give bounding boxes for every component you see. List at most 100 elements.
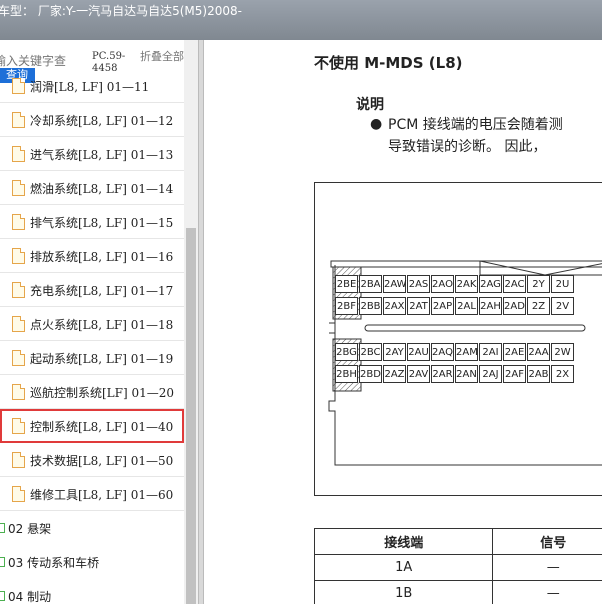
document-icon [12,180,25,196]
tree-item[interactable]: 润滑[L8, LF] 01—11 [0,69,184,103]
tree-item[interactable]: 进气系统[L8, LF] 01—13 [0,137,184,171]
document-icon [12,112,25,128]
tree-item[interactable]: 技术数据[L8, LF] 01—50 [0,443,184,477]
connector-pin: 2V [551,297,574,315]
tree-folder[interactable]: 03 传动系和车桥 [0,545,184,579]
connector-pin: 2AK [455,275,478,293]
tree-item[interactable]: 维修工具[L8, LF] 01—60 [0,477,184,511]
tree-folder[interactable]: 02 悬架 [0,511,184,545]
connector-pin: 2AD [503,297,526,315]
connector-pin: 2Y [527,275,550,293]
connector-pin: 2AF [503,365,526,383]
tree-item[interactable]: 充电系统[L8, LF] 01—17 [0,273,184,307]
connector-diagram: 2BE 2BA 2AW 2AS 2AO 2AK 2AG 2AC 2Y 2U 2BF 2BB 2AX 2AT… [314,182,602,496]
tree-item[interactable]: 巡航控制系统[LF] 01—20 [0,375,184,409]
nav-scrollbar-thumb[interactable] [186,228,196,604]
document-icon [12,384,25,400]
tree-item[interactable]: 燃油系统[L8, LF] 01—14 [0,171,184,205]
navigation-pane: 查询 PC.59-4458 折叠全部 润滑[L8, LF] 01—11冷却系统[… [0,40,198,604]
table-cell: — [492,554,602,581]
connector-pin: 2AJ [479,365,502,383]
tree-item[interactable]: 控制系统[L8, LF] 01—40 [0,409,184,443]
connector-pin: 2BG [335,343,358,361]
tree-item-label: 充电系统[L8, LF] 01—17 [30,284,174,298]
connector-pin: 2AA [527,343,550,361]
tree-folder[interactable]: 04 制动 [0,579,184,604]
pin-signal-table: 接线端 信号 1A — 1B — [313,528,602,604]
connector-pin: 2BC [359,343,382,361]
tree-item[interactable]: 排放系统[L8, LF] 01—16 [0,239,184,273]
connector-pin: 2AG [479,275,502,293]
connector-pin: 2AC [503,275,526,293]
connector-pin: 2AS [407,275,430,293]
tree-folder-label: 02 悬架 [8,522,52,536]
connector-pin: 2AQ [431,343,454,361]
connector-outline [328,260,602,466]
connector-pin: 2AY [383,343,406,361]
folder-icon [0,591,5,601]
connector-pin: 2AX [383,297,406,315]
connector-pin: 2U [551,275,574,293]
col-terminal: 接线端 [313,528,494,555]
tree-folder-label: 03 传动系和车桥 [8,556,100,570]
folder-icon [0,523,5,533]
connector-pin: 2AL [455,297,478,315]
tree-item-label: 排气系统[L8, LF] 01—15 [30,216,174,230]
connector-pin: 2AP [431,297,454,315]
connector-pin: 2AV [407,365,430,383]
table-cell: — [492,580,602,604]
table-row: 1B — [313,580,602,604]
collapse-all-button[interactable]: 折叠全部 [140,51,184,63]
connector-pin: 2BF [335,297,358,315]
connector-pin: 2AW [383,275,407,293]
doc-subheading: 说明 [356,97,384,113]
doc-note-line-2: 导致错误的诊断。 因此， [388,139,547,155]
tree-item-label: 起动系统[L8, LF] 01—19 [30,352,174,366]
connector-pin: 2BE [335,275,358,293]
document-view: 不使用 M-MDS (L8) 说明 ● PCM 接线端的电压会随着测 导致错误的… [204,40,602,604]
col-signal: 信号 [492,528,602,555]
table-row: 1A — [313,554,602,581]
connector-pin: 2AE [503,343,526,361]
connector-pin: 2AT [407,297,430,315]
window-title: 车型： 厂家:Y-一汽马自达马自达5(M5)2008- [0,4,242,18]
tree-item-label: 技术数据[L8, LF] 01—50 [30,454,174,468]
document-icon [12,486,25,502]
document-icon [12,418,25,434]
document-icon [12,350,25,366]
tree-item-label: 巡航控制系统[LF] 01—20 [30,386,175,400]
tree-item-label: 维修工具[L8, LF] 01—60 [30,488,174,502]
tree-item-label: 冷却系统[L8, LF] 01—12 [30,114,174,128]
document-icon [12,78,25,94]
bullet-icon: ● [370,116,383,132]
connector-pin: 2W [551,343,574,361]
table-cell: 1A [313,554,494,581]
connector-pin: 2AI [479,343,502,361]
connector-pin: 2AM [455,343,478,361]
connector-pin: 2BD [359,365,382,383]
doc-heading: 不使用 M-MDS (L8) [314,54,463,72]
document-icon [12,248,25,264]
tree-item[interactable]: 点火系统[L8, LF] 01—18 [0,307,184,341]
tree-item[interactable]: 排气系统[L8, LF] 01—15 [0,205,184,239]
connector-pin: 2BB [359,297,382,315]
connector-pin: 2BA [359,275,382,293]
connector-pin: 2X [551,365,574,383]
tree-item-label: 点火系统[L8, LF] 01—18 [30,318,174,332]
table-cell: 1B [313,580,494,604]
document-icon [12,316,25,332]
document-icon [12,146,25,162]
folder-icon [0,557,5,567]
doc-note-line-1: PCM 接线端的电压会随着测 [388,117,563,133]
tree-item[interactable]: 起动系统[L8, LF] 01—19 [0,341,184,375]
title-bar: 车型： 厂家:Y-一汽马自达马自达5(M5)2008- [0,0,602,40]
connector-pin: 2AZ [383,365,406,383]
table-header-row: 接线端 信号 [313,528,602,555]
document-icon [12,214,25,230]
tree-item[interactable]: 冷却系统[L8, LF] 01—12 [0,103,184,137]
connector-pin: 2AH [479,297,502,315]
tree-item-label: 进气系统[L8, LF] 01—13 [30,148,174,162]
connector-pin: 2AB [527,365,550,383]
tree-item-label: 排放系统[L8, LF] 01—16 [30,250,174,264]
connector-pin: 2AN [455,365,478,383]
